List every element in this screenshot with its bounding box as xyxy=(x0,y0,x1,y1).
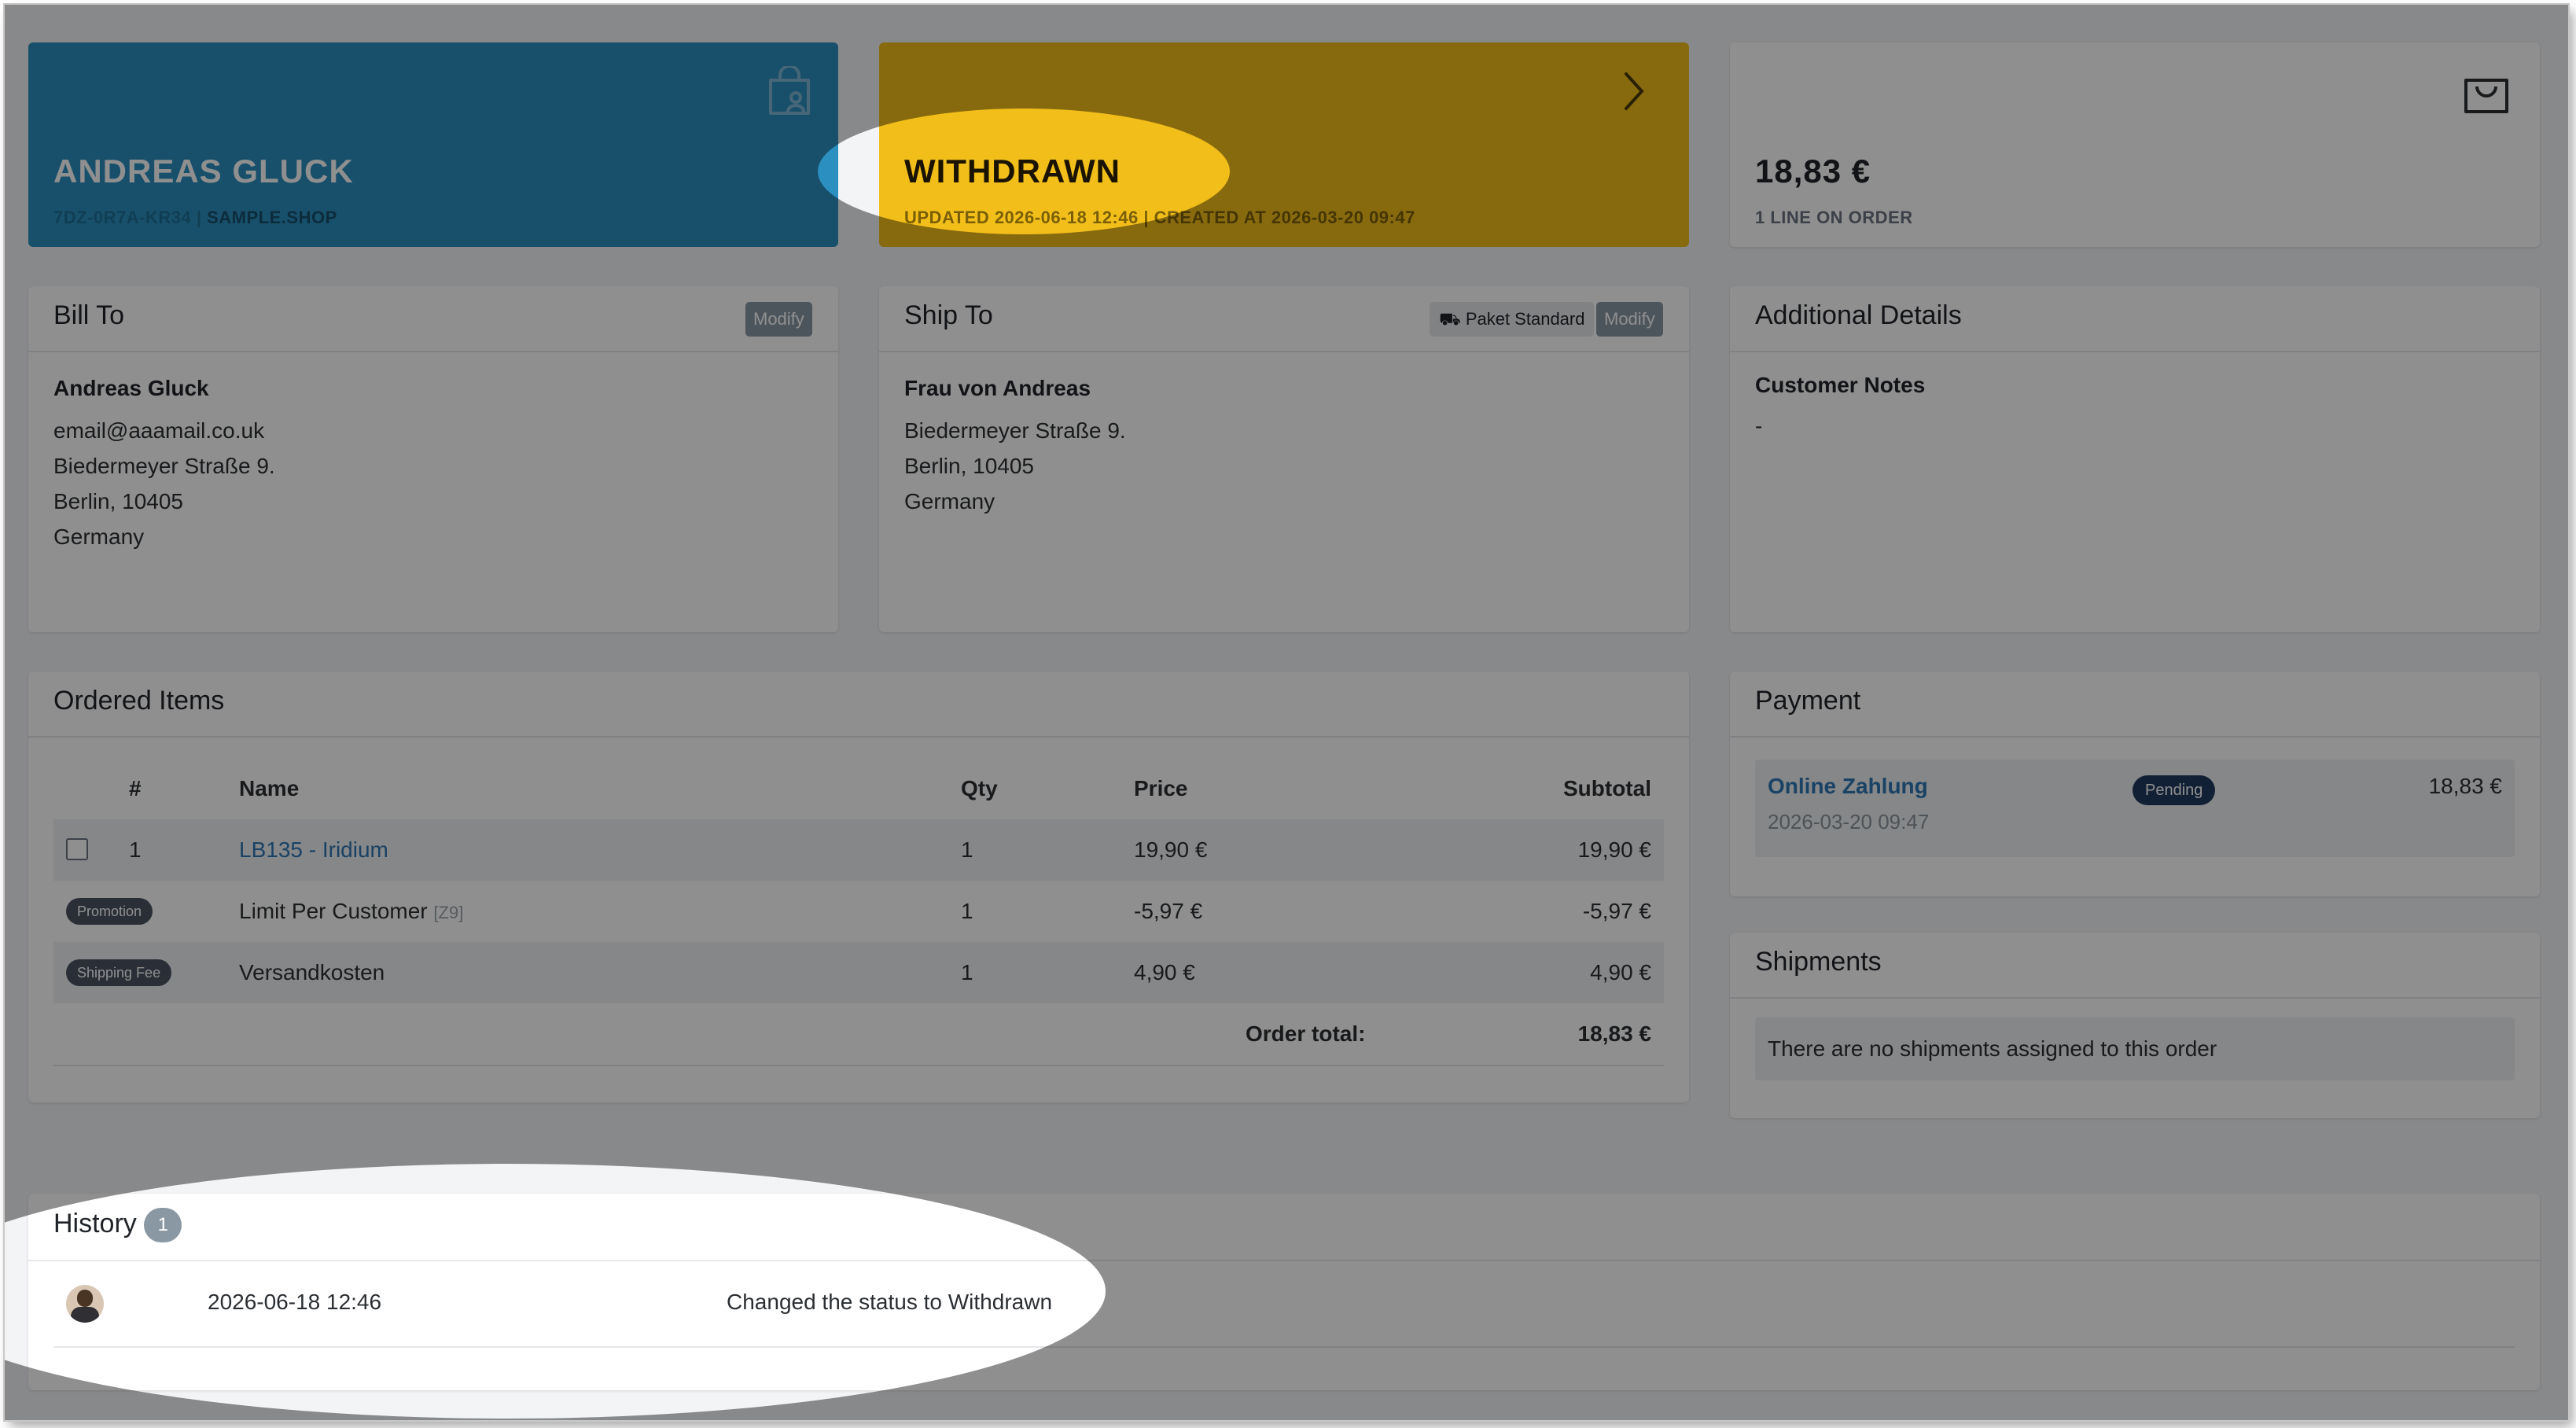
spotlight-overlay xyxy=(5,5,2568,1420)
order-page: ANDREAS GLUCK 7DZ-0R7A-KR34 | SAMPLE.SHO… xyxy=(5,5,2568,1420)
